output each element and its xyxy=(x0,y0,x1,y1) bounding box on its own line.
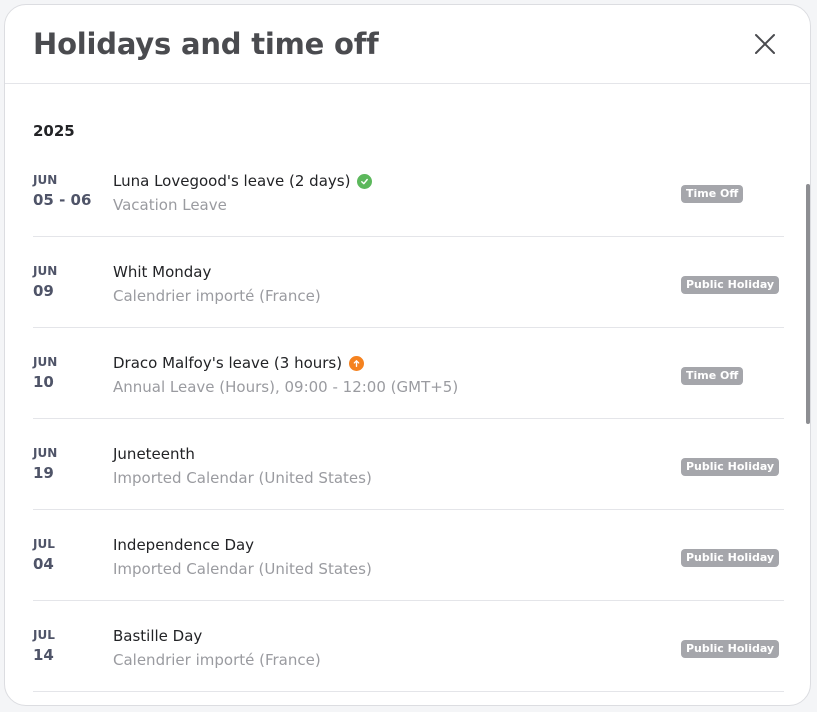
event-name: Luna Lovegood's leave (2 days) xyxy=(113,172,351,190)
status-badge: Public Holiday xyxy=(681,640,780,658)
event-subtitle: Imported Calendar (United States) xyxy=(113,469,372,487)
events-list: JUN 05 - 06 Luna Lovegood's leave (2 day… xyxy=(33,146,784,692)
event-subtitle: Annual Leave (Hours), 09:00 - 12:00 (GMT… xyxy=(113,378,459,396)
event-name: Whit Monday xyxy=(113,263,212,281)
status-badge: Public Holiday xyxy=(681,276,780,294)
close-icon xyxy=(755,34,775,54)
event-subtitle: Vacation Leave xyxy=(113,196,227,214)
event-month: JUN xyxy=(33,446,58,460)
event-month: JUN xyxy=(33,355,58,369)
status-badge: Public Holiday xyxy=(681,549,780,567)
event-month: JUL xyxy=(33,537,55,551)
list-item[interactable]: JUL 04 Independence Day Imported Calenda… xyxy=(33,510,784,601)
status-badge: Time Off xyxy=(681,367,744,385)
approved-check-icon xyxy=(357,173,373,189)
dialog-body: 2025 JUN 05 - 06 Luna Lovegood's leave (… xyxy=(5,84,810,705)
event-name-row: Luna Lovegood's leave (2 days) xyxy=(113,172,373,190)
dialog-title: Holidays and time off xyxy=(33,27,379,61)
event-name: Bastille Day xyxy=(113,627,203,645)
status-badge: Time Off xyxy=(681,185,744,203)
event-name: Juneteenth xyxy=(113,445,195,463)
event-name: Independence Day xyxy=(113,536,255,554)
event-subtitle: Calendrier importé (France) xyxy=(113,287,321,305)
year-heading: 2025 xyxy=(33,122,75,140)
event-name-row: Draco Malfoy's leave (3 hours) xyxy=(113,354,365,372)
event-name-row: Whit Monday xyxy=(113,263,211,281)
list-item[interactable]: JUN 05 - 06 Luna Lovegood's leave (2 day… xyxy=(33,146,784,237)
event-month: JUN xyxy=(33,173,58,187)
list-item[interactable]: JUL 14 Bastille Day Calendrier importé (… xyxy=(33,601,784,692)
event-name-row: Independence Day xyxy=(113,536,254,554)
list-item[interactable]: JUN 10 Draco Malfoy's leave (3 hours) An… xyxy=(33,328,784,419)
event-day: 05 - 06 xyxy=(33,191,92,209)
event-day: 14 xyxy=(33,646,54,664)
event-month: JUL xyxy=(33,628,55,642)
event-subtitle: Imported Calendar (United States) xyxy=(113,560,372,578)
event-day: 09 xyxy=(33,282,54,300)
event-day: 04 xyxy=(33,555,54,573)
list-item[interactable]: JUN 19 Juneteenth Imported Calendar (Uni… xyxy=(33,419,784,510)
event-day: 10 xyxy=(33,373,54,391)
close-button[interactable] xyxy=(750,29,780,59)
holidays-dialog: Holidays and time off 2025 JUN 05 - 06 L… xyxy=(4,4,811,706)
event-name-row: Juneteenth xyxy=(113,445,195,463)
event-subtitle: Calendrier importé (France) xyxy=(113,651,321,669)
event-name-row: Bastille Day xyxy=(113,627,202,645)
pending-arrow-icon xyxy=(349,355,365,371)
dialog-header: Holidays and time off xyxy=(5,5,810,84)
status-badge: Public Holiday xyxy=(681,458,780,476)
event-month: JUN xyxy=(33,264,58,278)
event-name: Draco Malfoy's leave (3 hours) xyxy=(113,354,343,372)
scrollbar[interactable] xyxy=(806,184,810,424)
event-day: 19 xyxy=(33,464,54,482)
list-item[interactable]: JUN 09 Whit Monday Calendrier importé (F… xyxy=(33,237,784,328)
